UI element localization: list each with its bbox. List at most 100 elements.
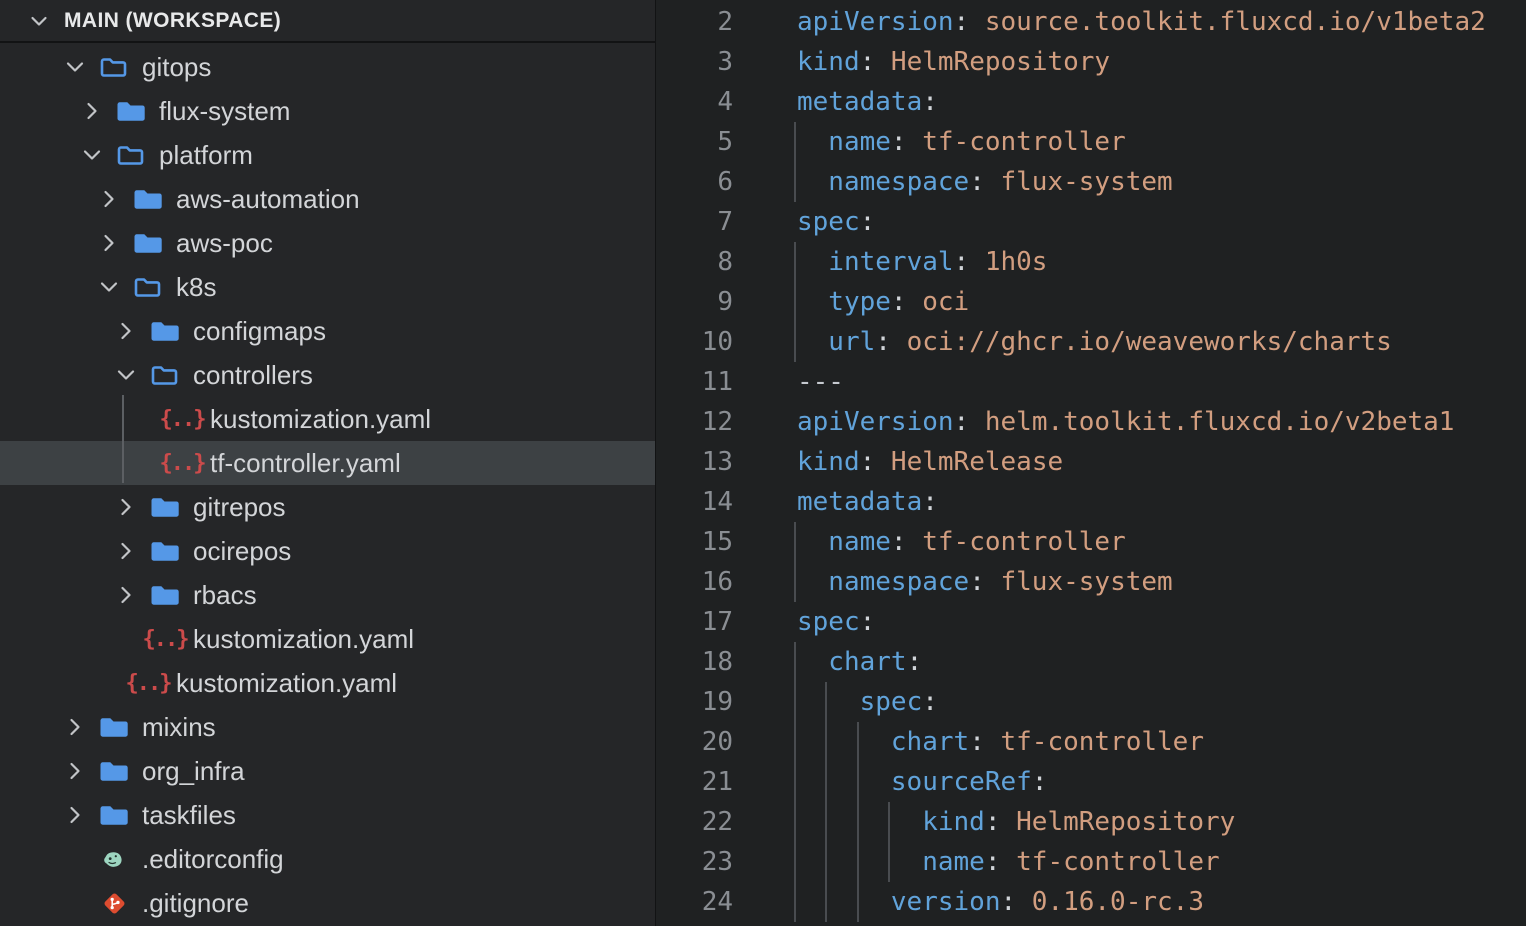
chevron-down-icon[interactable] [77, 140, 107, 170]
code-line-content: metadata: [733, 82, 1526, 122]
chevron-right-icon[interactable] [111, 580, 141, 610]
code-line-content: kind: HelmRepository [733, 42, 1526, 82]
code-line[interactable]: 11--- [656, 362, 1526, 402]
chevron-right-icon[interactable] [60, 756, 90, 786]
token-punct: : [985, 807, 1001, 837]
folder-icon [149, 316, 181, 346]
tree-item-tf-controller-yaml[interactable]: {..}tf-controller.yaml [0, 441, 655, 485]
code-line[interactable]: 17spec: [656, 602, 1526, 642]
tree-item-label: rbacs [193, 580, 257, 611]
tree-item-label: kustomization.yaml [210, 404, 431, 435]
chevron-right-icon[interactable] [111, 492, 141, 522]
code-line[interactable]: 6namespace: flux-system [656, 162, 1526, 202]
workspace-section-header[interactable]: MAIN (WORKSPACE) [0, 0, 655, 43]
chevron-right-icon[interactable] [77, 96, 107, 126]
tree-item-gitops[interactable]: gitops [0, 45, 655, 89]
tree-item-kustomization-yaml[interactable]: {..}kustomization.yaml [0, 617, 655, 661]
chevron-right-icon[interactable] [94, 184, 124, 214]
code-line[interactable]: 16namespace: flux-system [656, 562, 1526, 602]
tree-item-label: .gitignore [142, 888, 249, 919]
token-punct: : [922, 487, 938, 517]
chevron-right-icon[interactable] [111, 316, 141, 346]
code-line[interactable]: 4metadata: [656, 82, 1526, 122]
tree-item-editorconfig[interactable]: .editorconfig [0, 837, 655, 881]
token-key: metadata [797, 87, 922, 117]
chevron-down-icon[interactable] [111, 360, 141, 390]
code-line[interactable]: 5name: tf-controller [656, 122, 1526, 162]
tree-item-taskfiles[interactable]: taskfiles [0, 793, 655, 837]
token-key: spec [797, 607, 860, 637]
code-line[interactable]: 12apiVersion: helm.toolkit.fluxcd.io/v2b… [656, 402, 1526, 442]
tree-item-mixins[interactable]: mixins [0, 705, 655, 749]
code-line[interactable]: 13kind: HelmRelease [656, 442, 1526, 482]
tree-item-k8s[interactable]: k8s [0, 265, 655, 309]
code-line[interactable]: 3kind: HelmRepository [656, 42, 1526, 82]
code-line[interactable]: 20chart: tf-controller [656, 722, 1526, 762]
tree-item-label: tf-controller.yaml [210, 448, 401, 479]
indent-spacer [128, 404, 158, 434]
token-str: tf-controller [907, 527, 1126, 557]
code-line[interactable]: 2apiVersion: source.toolkit.fluxcd.io/v1… [656, 2, 1526, 42]
folder-icon [132, 228, 164, 258]
tree-item-controllers[interactable]: controllers [0, 353, 655, 397]
indent-guide [794, 802, 796, 842]
indent-guide [825, 762, 827, 802]
chevron-down-icon[interactable] [94, 272, 124, 302]
indent-guide [794, 722, 796, 762]
code-editor[interactable]: 2 apiVersion: source.toolkit.fluxcd.io/v1… [656, 0, 1526, 926]
code-line[interactable]: 19spec: [656, 682, 1526, 722]
code-line[interactable]: 18chart: [656, 642, 1526, 682]
token-key: type [828, 287, 891, 317]
tree-item-flux-system[interactable]: flux-system [0, 89, 655, 133]
tree-item-kustomization-yaml[interactable]: {..}kustomization.yaml [0, 397, 655, 441]
code-line[interactable]: 8interval: 1h0s [656, 242, 1526, 282]
chevron-down-icon[interactable] [60, 52, 90, 82]
code-line[interactable]: 24version: 0.16.0-rc.3 [656, 882, 1526, 922]
token-str: source.toolkit.fluxcd.io/v1beta2 [969, 7, 1486, 37]
indent-guide [825, 882, 827, 922]
indent-guide [888, 842, 890, 882]
tree-item-rbacs[interactable]: rbacs [0, 573, 655, 617]
tree-item-aws-poc[interactable]: aws-poc [0, 221, 655, 265]
code-line-content: kind: HelmRepository [733, 802, 1526, 842]
token-str: HelmRepository [1001, 807, 1236, 837]
token-key: kind [797, 47, 860, 77]
code-line[interactable]: 21sourceRef: [656, 762, 1526, 802]
line-number: 8 [656, 242, 733, 282]
code-line[interactable]: 10url: oci://ghcr.io/weaveworks/charts [656, 322, 1526, 362]
chevron-right-icon[interactable] [94, 228, 124, 258]
tree-item-configmaps[interactable]: configmaps [0, 309, 655, 353]
code-line-content: spec: [733, 682, 1526, 722]
token-str: tf-controller [907, 127, 1126, 157]
code-line[interactable]: 23name: tf-controller [656, 842, 1526, 882]
tree-item-platform[interactable]: platform [0, 133, 655, 177]
folder-icon [149, 580, 181, 610]
token-str: 0.16.0-rc.3 [1016, 887, 1204, 917]
tree-item-label: k8s [176, 272, 216, 303]
folder-open-icon [149, 360, 181, 390]
code-line[interactable]: 15name: tf-controller [656, 522, 1526, 562]
indent-guide [794, 282, 796, 322]
tree-item-kustomization-yaml[interactable]: {..}kustomization.yaml [0, 661, 655, 705]
code-line[interactable]: 7spec: [656, 202, 1526, 242]
token-punct: : [875, 327, 891, 357]
indent-guide [857, 882, 859, 922]
indent-guide [794, 762, 796, 802]
code-line[interactable]: 22kind: HelmRepository [656, 802, 1526, 842]
tree-item-ocirepos[interactable]: ocirepos [0, 529, 655, 573]
code-line[interactable]: 9type: oci [656, 282, 1526, 322]
code-line[interactable]: 14metadata: [656, 482, 1526, 522]
token-key: apiVersion [797, 407, 954, 437]
tree-item-gitignore[interactable]: .gitignore [0, 881, 655, 925]
indent-guide [794, 242, 796, 282]
token-punct: : [985, 847, 1001, 877]
chevron-right-icon[interactable] [60, 712, 90, 742]
chevron-down-icon [24, 6, 54, 36]
line-number: 2 [656, 2, 733, 42]
tree-item-aws-automation[interactable]: aws-automation [0, 177, 655, 221]
token-key: metadata [797, 487, 922, 517]
chevron-right-icon[interactable] [111, 536, 141, 566]
tree-item-gitrepos[interactable]: gitrepos [0, 485, 655, 529]
chevron-right-icon[interactable] [60, 800, 90, 830]
tree-item-org-infra[interactable]: org_infra [0, 749, 655, 793]
